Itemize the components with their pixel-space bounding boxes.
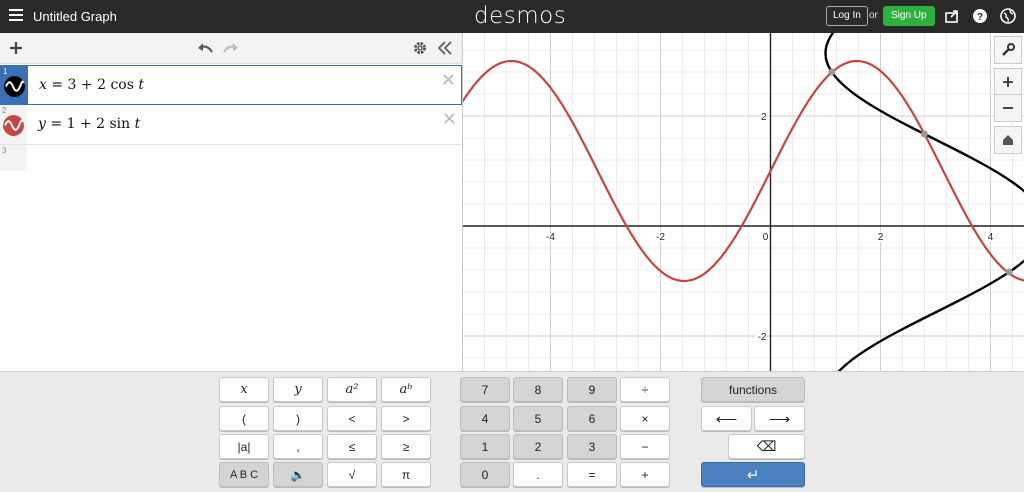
expression-gutter: 3 xyxy=(0,145,27,171)
undo-icon[interactable] xyxy=(196,39,214,57)
expression-row-empty[interactable]: 3 xyxy=(0,145,462,171)
keypad-key[interactable]: + xyxy=(620,462,670,487)
expression-math[interactable]: x = 3 + 2 cos t xyxy=(39,77,144,93)
curve-color-icon[interactable] xyxy=(4,76,25,97)
home-icon[interactable] xyxy=(994,126,1022,154)
top-bar: Untitled Graph desmos Log In or Sign Up … xyxy=(0,0,1024,33)
wrench-icon[interactable] xyxy=(994,36,1022,64)
signup-button[interactable]: Sign Up xyxy=(883,6,935,26)
expression-rhs: 3 + 2 cos xyxy=(67,77,139,93)
expression-math[interactable]: y = 1 + 2 sin t xyxy=(38,116,140,132)
expression-panel: 1 x = 3 + 2 cos t ✕ 2 y = 1 + 2 sin t ✕ … xyxy=(0,33,463,405)
expression-rhs: 1 + 2 sin xyxy=(66,116,135,132)
backspace-button[interactable]: ⌫ xyxy=(728,434,805,459)
svg-text:?: ? xyxy=(977,12,983,23)
expression-row[interactable]: 2 y = 1 + 2 sin t ✕ xyxy=(0,105,462,145)
expression-index: 1 xyxy=(3,67,8,76)
x-tick-label: 2 xyxy=(878,232,884,243)
collapse-panel-icon[interactable] xyxy=(436,39,454,57)
keypad-key[interactable]: > xyxy=(381,406,431,431)
expression-index: 3 xyxy=(2,146,7,155)
keypad-key[interactable]: |a| xyxy=(219,434,269,459)
expression-gutter: 1 xyxy=(1,66,28,104)
keypad-key[interactable]: , xyxy=(273,434,323,459)
graph-title[interactable]: Untitled Graph xyxy=(33,9,117,24)
intersection-point xyxy=(920,130,928,138)
keypad-key[interactable]: ) xyxy=(273,406,323,431)
delete-expression-icon[interactable]: ✕ xyxy=(441,70,456,91)
keypad-key[interactable]: . xyxy=(513,462,563,487)
or-label: or xyxy=(869,10,878,21)
help-icon[interactable]: ? xyxy=(972,8,988,24)
keypad-key[interactable]: x xyxy=(219,377,269,402)
expression-lhs: x xyxy=(39,77,47,93)
y-tick-label: 2 xyxy=(761,112,767,123)
keypad-key[interactable]: 🔈 xyxy=(273,462,323,487)
expression-param: t xyxy=(134,116,141,132)
keypad-key[interactable]: A B C xyxy=(219,462,269,487)
globe-icon[interactable] xyxy=(1000,8,1016,24)
menu-icon[interactable] xyxy=(9,9,23,23)
keypad-key[interactable]: aᵇ xyxy=(381,377,431,402)
keypad-key[interactable]: ( xyxy=(219,406,269,431)
keypad-key[interactable]: 9 xyxy=(567,377,617,402)
desmos-app: Untitled Graph desmos Log In or Sign Up … xyxy=(0,0,1024,492)
intersection-point xyxy=(828,68,836,76)
x-tick-label: 0 xyxy=(763,232,769,243)
curve-color-icon[interactable] xyxy=(3,115,24,136)
keypad-key[interactable]: 3 xyxy=(567,434,617,459)
expression-lhs: y xyxy=(38,116,46,132)
keypad-key[interactable]: π xyxy=(381,462,431,487)
expression-toolbar xyxy=(0,33,462,64)
keypad-key[interactable]: < xyxy=(327,406,377,431)
keypad-key[interactable]: ≥ xyxy=(381,434,431,459)
desmos-logo: desmos xyxy=(474,3,567,29)
settings-gear-icon[interactable] xyxy=(411,39,429,57)
keypad-key[interactable]: = xyxy=(567,462,617,487)
enter-button[interactable]: ↵ xyxy=(701,462,805,487)
add-item-icon[interactable] xyxy=(7,39,25,57)
cursor-left-button[interactable]: ⟵ xyxy=(701,406,752,431)
keypad-key[interactable]: − xyxy=(620,434,670,459)
share-icon[interactable] xyxy=(944,8,960,24)
expression-row[interactable]: 1 x = 3 + 2 cos t ✕ xyxy=(0,65,462,105)
redo-icon[interactable] xyxy=(222,39,240,57)
x-tick-label: -2 xyxy=(656,232,665,243)
math-keypad: x y a² aᵇ () < > |a|, ≤ ≥ A B C 🔈 √ π 7 8 9 ÷ 4 5 6 × 1 2 3− 0. =… xyxy=(0,371,1024,492)
x-tick-label: 4 xyxy=(988,232,994,243)
login-button[interactable]: Log In xyxy=(826,6,868,26)
keypad-key[interactable]: √ xyxy=(327,462,377,487)
graph-paper[interactable]: -4 -2 0 2 4 2 -2 xyxy=(463,33,1024,371)
keypad-key[interactable]: 0 xyxy=(460,462,510,487)
keypad-key[interactable]: 5 xyxy=(513,406,563,431)
functions-button[interactable]: functions xyxy=(701,377,805,402)
intersection-point xyxy=(1005,268,1013,276)
keypad-key[interactable]: 7 xyxy=(460,377,510,402)
x-tick-label: -4 xyxy=(546,232,555,243)
keypad-key[interactable]: 4 xyxy=(460,406,510,431)
keypad-key[interactable]: 2 xyxy=(513,434,563,459)
y-tick-label: -2 xyxy=(758,332,767,343)
keypad-key[interactable]: a² xyxy=(327,377,377,402)
cursor-right-button[interactable]: ⟶ xyxy=(754,406,805,431)
zoom-out-icon[interactable] xyxy=(994,94,1022,122)
expression-param: t xyxy=(138,77,144,93)
keypad-key[interactable]: × xyxy=(620,406,670,431)
keypad-key[interactable]: ÷ xyxy=(620,377,670,402)
delete-expression-icon[interactable]: ✕ xyxy=(442,109,457,130)
keypad-key[interactable]: y xyxy=(273,377,323,402)
keypad-key[interactable]: ≤ xyxy=(327,434,377,459)
expression-gutter: 2 xyxy=(0,105,27,144)
keypad-key[interactable]: 1 xyxy=(460,434,510,459)
graph-canvas[interactable]: -4 -2 0 2 4 2 -2 xyxy=(463,33,1024,371)
keypad-key[interactable]: 6 xyxy=(567,406,617,431)
expression-index: 2 xyxy=(2,106,7,115)
keypad-key[interactable]: 8 xyxy=(513,377,563,402)
zoom-in-icon[interactable] xyxy=(994,68,1022,96)
